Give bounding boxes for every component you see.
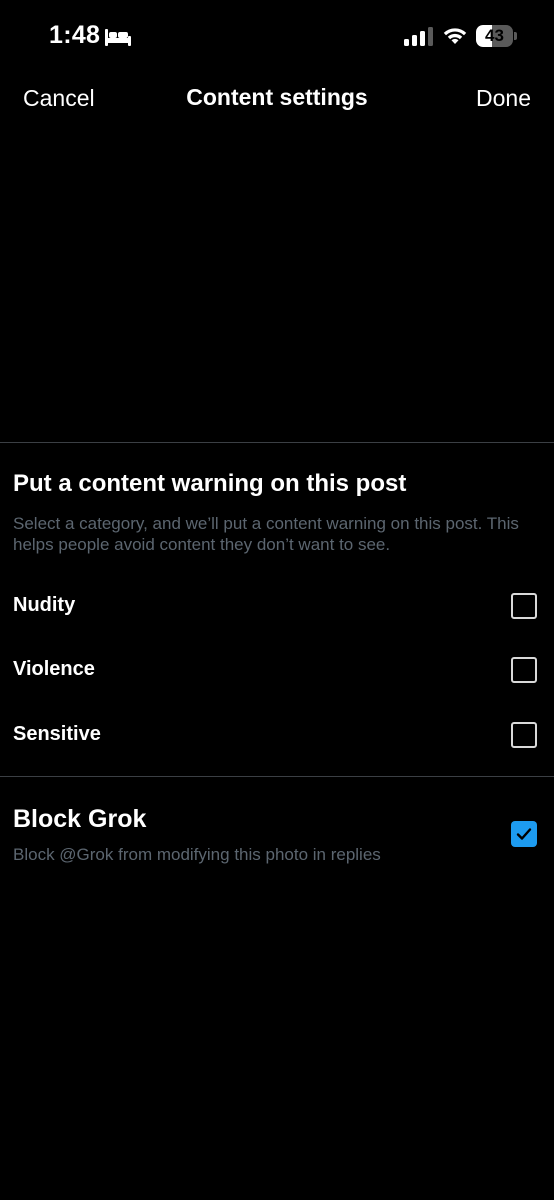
option-label: Nudity — [13, 594, 76, 616]
content-settings-screen: 1:48 43 Cancel Content settings Done Put… — [0, 0, 554, 1200]
status-bar: 1:48 43 — [0, 0, 554, 72]
battery-cap — [514, 32, 517, 40]
block-grok-title: Block Grok — [13, 805, 147, 833]
page-title: Content settings — [186, 84, 368, 110]
block-grok-description: Block @Grok from modifying this photo in… — [13, 845, 381, 864]
option-violence[interactable]: Violence — [0, 644, 554, 698]
checkmark-icon — [516, 828, 532, 840]
option-nudity[interactable]: Nudity — [0, 580, 554, 634]
battery-level: 43 — [485, 26, 504, 45]
content-warning-title: Put a content warning on this post — [13, 470, 407, 497]
nudity-checkbox[interactable] — [511, 593, 537, 619]
sensitive-checkbox[interactable] — [511, 722, 537, 748]
option-label: Violence — [13, 658, 95, 680]
content-warning-description: Select a category, and we’ll put a conte… — [13, 514, 519, 554]
cellular-signal-icon — [404, 27, 433, 46]
done-button[interactable]: Done — [476, 85, 531, 112]
battery-indicator: 43 — [476, 25, 518, 47]
section-divider — [0, 442, 554, 443]
section-divider — [0, 776, 554, 777]
nav-bar: Cancel Content settings Done — [0, 72, 554, 128]
bed-icon — [105, 29, 131, 46]
option-label: Sensitive — [13, 723, 101, 745]
violence-checkbox[interactable] — [511, 657, 537, 683]
option-sensitive[interactable]: Sensitive — [0, 709, 554, 763]
status-time: 1:48 — [49, 21, 101, 49]
block-grok-checkbox[interactable] — [511, 821, 537, 847]
battery-body: 43 — [476, 25, 513, 47]
wifi-icon — [443, 28, 467, 44]
